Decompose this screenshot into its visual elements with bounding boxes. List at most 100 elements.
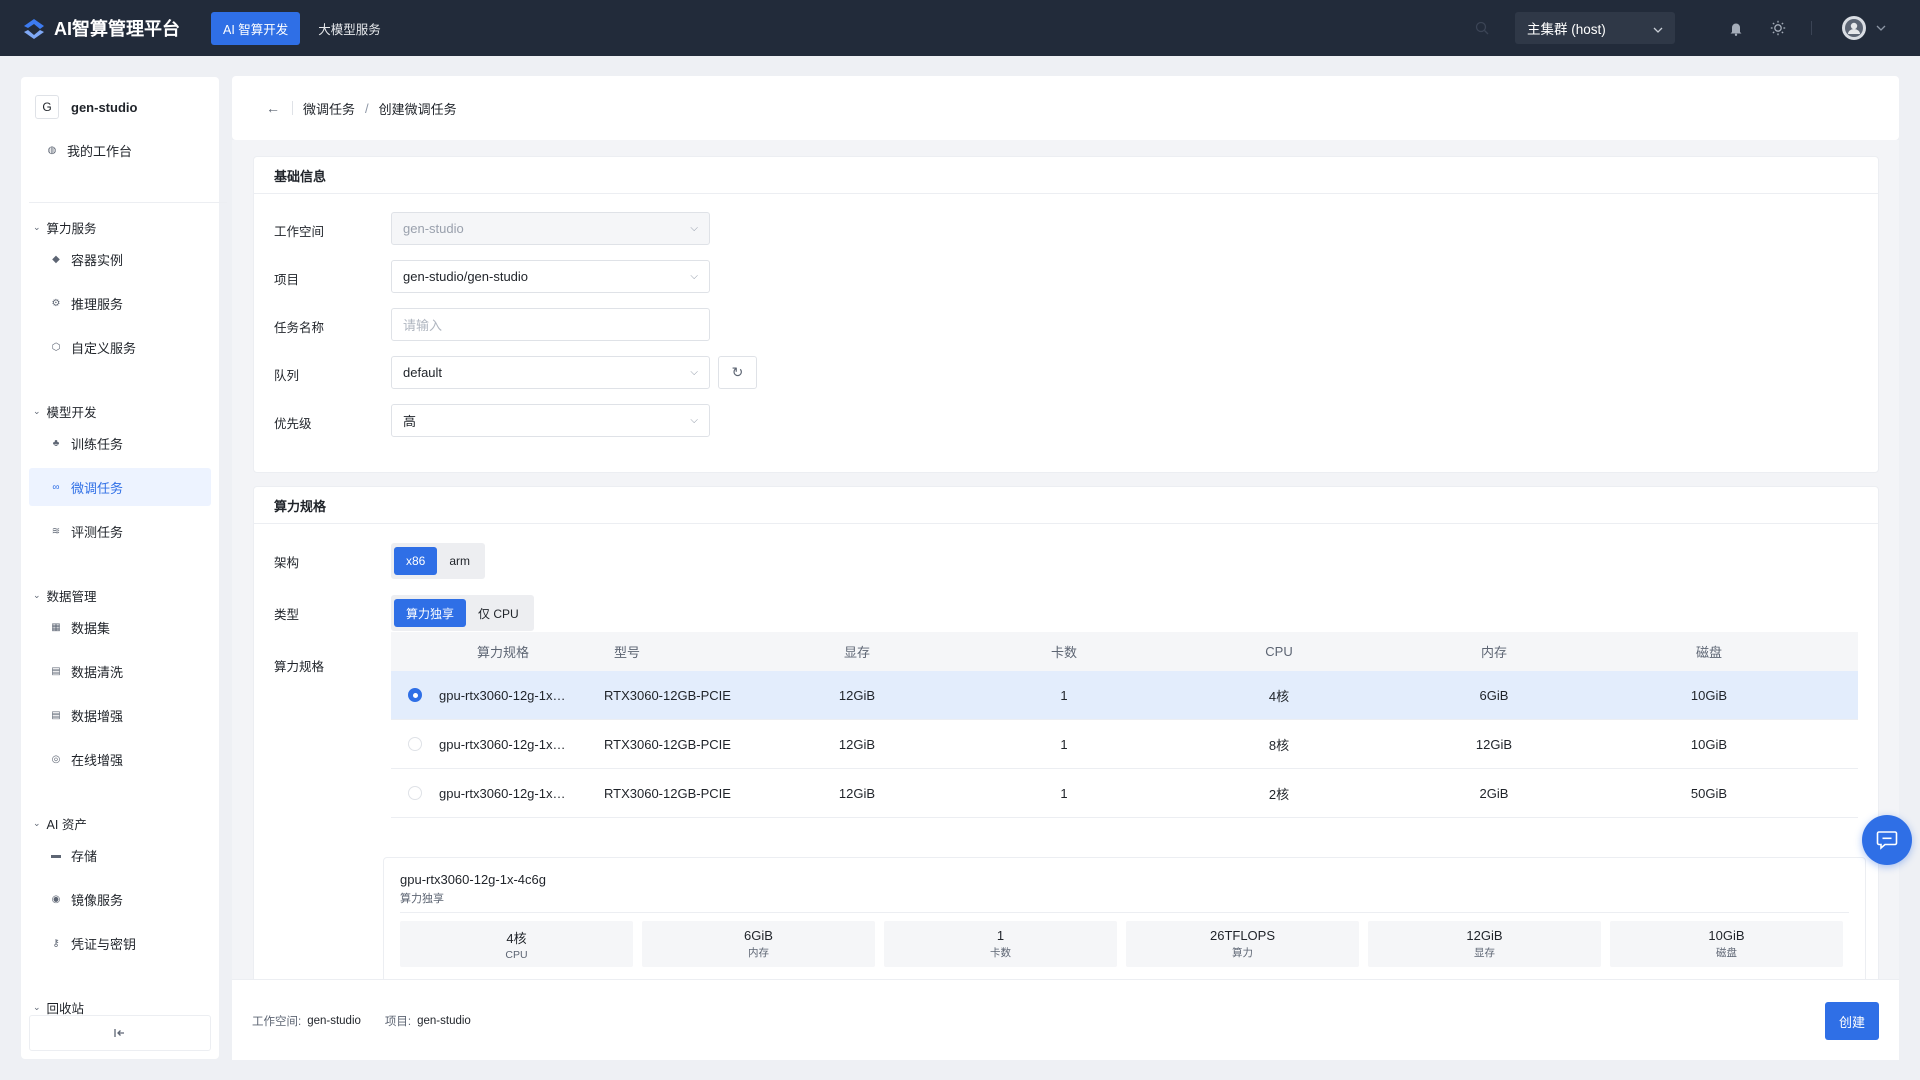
divider [1811,21,1812,35]
radio-button[interactable] [408,786,422,800]
sidebar-group-model-dev[interactable]: ⌄ 模型开发 [33,401,97,421]
breadcrumb-parent[interactable]: 微调任务 [303,99,355,118]
back-arrow-icon[interactable]: ← [266,100,280,116]
workspace-switcher[interactable]: G gen-studio [35,93,219,121]
detail-spec-name: gpu-rtx3060-12g-1x-4c6g [400,872,546,887]
tab-llm-service[interactable]: 大模型服务 [306,12,393,45]
type-toggle: 算力独享 仅 CPU [391,595,534,631]
user-icon [1845,19,1863,37]
radio-button[interactable] [408,688,422,702]
brain-icon: ⚙ [51,297,61,309]
stat-label: CPU [505,948,528,961]
footer-workspace-value: gen-studio [307,1014,361,1027]
sidebar-item-evaluation[interactable]: ≋ 评测任务 [29,512,211,550]
sidebar-group-data[interactable]: ⌄ 数据管理 [33,585,97,605]
priority-field-label: 优先级 [274,417,312,431]
search-icon[interactable] [1473,19,1491,37]
sidebar-group-label: AI 资产 [46,817,87,832]
priority-select[interactable]: 高 ⌵ [391,404,710,437]
top-navbar: AI智算管理平台 AI 智算开发 大模型服务 主集群 (host) [0,0,1920,56]
tab-ai-dev[interactable]: AI 智算开发 [211,11,301,45]
project-select-value: gen-studio/gen-studio [403,269,529,284]
stat-value: 12GiB [1466,928,1503,943]
queue-field-label: 队列 [274,369,300,383]
sidebar-item-label: 推理服务 [71,296,124,312]
sidebar-item-image-service[interactable]: ◉ 镜像服务 [29,880,211,918]
model-cell: RTX3060-12GB-PCIE [604,736,731,752]
chevron-down-icon: ⌄ [33,405,41,416]
stat-cards: 1 卡数 [884,921,1117,967]
workspace-badge: G [35,95,59,119]
section-title: 基础信息 [254,157,1878,194]
theme-sun-icon[interactable] [1769,19,1787,37]
queue-select[interactable]: default ⌵ [391,356,710,389]
hierarchy-icon: ♣ [52,437,60,449]
sidebar-item-data-augment[interactable]: ▤ 数据增强 [29,696,211,734]
stat-label: 卡数 [990,947,1011,959]
mem-cell: 12GiB [1475,736,1513,752]
sidebar-item-dataset[interactable]: ▦ 数据集 [29,608,211,646]
chevron-down-icon[interactable] [1876,25,1886,31]
stat-label: 磁盘 [1716,947,1737,959]
stat-value: 6GiB [744,928,773,943]
stat-label: 显存 [1474,947,1495,959]
column-header: 卡数 [1050,645,1077,660]
sidebar-group-compute[interactable]: ⌄ 算力服务 [33,217,97,237]
queue-select-value: default [403,365,443,380]
arch-option-arm[interactable]: arm [437,547,482,575]
table-row[interactable]: gpu-rtx3060-12g-1x-2c2g RTX3060-12GB-PCI… [391,769,1858,818]
create-button[interactable]: 创建 [1825,1002,1879,1040]
project-select[interactable]: gen-studio/gen-studio ⌵ [391,260,710,293]
collapse-sidebar-button[interactable] [29,1015,211,1051]
form-scroll-area[interactable]: 基础信息 工作空间 gen-studio ⌵ 项目 gen-studio/gen… [232,140,1899,1060]
disk-cell: 50GiB [1690,785,1728,801]
priority-select-value: 高 [403,414,417,429]
stat-value: 1 [996,928,1005,943]
type-option-cpu-only[interactable]: 仅 CPU [466,599,531,627]
task-name-input[interactable]: 请输入 [391,308,710,341]
sidebar-item-label: 自定义服务 [71,340,137,356]
table-row[interactable]: gpu-rtx3060-12g-1x-8c12g RTX3060-12GB-PC… [391,720,1858,769]
table-row[interactable]: gpu-rtx3060-12g-1x-4c6g RTX3060-12GB-PCI… [391,671,1858,720]
cluster-select[interactable]: 主集群 (host) [1515,12,1675,44]
breadcrumb: ← 微调任务 / 创建微调任务 [232,76,1899,140]
app-logo[interactable]: AI智算管理平台 [20,15,205,41]
sidebar-item-home[interactable]: ◍ 我的工作台 [29,131,211,169]
workspace-select: gen-studio ⌵ [391,212,710,245]
sidebar-group-recycle[interactable]: ⌄ 回收站 [33,997,84,1017]
sidebar-item-inference[interactable]: ⚙ 推理服务 [29,284,211,322]
arch-toggle: x86 arm [391,543,486,579]
collapse-icon [114,1029,124,1037]
sidebar-item-data-clean[interactable]: ▤ 数据清洗 [29,652,211,690]
stat-vram: 12GiB 显存 [1368,921,1601,967]
sidebar-item-storage[interactable]: ▬ 存储 [29,836,211,874]
refresh-queue-button[interactable]: ↻ [718,356,757,389]
chat-support-button[interactable] [1862,815,1912,865]
sidebar-group-ai-assets[interactable]: ⌄ AI 资产 [33,813,87,833]
footer-context: 工作空间: gen-studio 项目: gen-studio [252,980,495,1061]
spec-cell: gpu-rtx3060-12g-1x-4c6g [439,687,566,703]
avatar[interactable] [1842,16,1866,40]
bell-icon[interactable] [1727,19,1745,37]
stat-cpu: 4核 CPU [400,921,633,967]
sidebar-item-training[interactable]: ♣ 训练任务 [29,424,211,462]
app-title: AI智算管理平台 [54,19,180,39]
chevron-down-icon: ⌵ [690,271,698,282]
type-option-exclusive[interactable]: 算力独享 [394,599,467,627]
chevron-down-icon: ⌄ [33,817,41,828]
sidebar-item-credentials[interactable]: ⚷ 凭证与密钥 [29,924,211,962]
sidebar-item-online-augment[interactable]: ◎ 在线增强 [29,740,211,778]
column-header: 显存 [843,645,870,660]
sidebar-item-finetune[interactable]: ∞ 微调任务 [29,468,211,506]
column-header: 磁盘 [1695,645,1722,660]
link-icon: ∞ [52,481,60,493]
divider [29,202,227,203]
sidebar-item-container[interactable]: ◆ 容器实例 [29,240,211,278]
sidebar-item-custom-service[interactable]: ⬡ 自定义服务 [29,328,211,366]
arch-option-x86[interactable]: x86 [394,547,438,575]
sidebar-item-label: 微调任务 [71,480,124,496]
compute-spec-card: 算力规格 架构 x86 arm 类型 算力独享 仅 CPU 算力规格 算力规格 … [253,486,1879,1060]
radio-button[interactable] [408,737,422,751]
workspace-select-value: gen-studio [403,221,464,236]
task-name-field-label: 任务名称 [274,321,325,335]
